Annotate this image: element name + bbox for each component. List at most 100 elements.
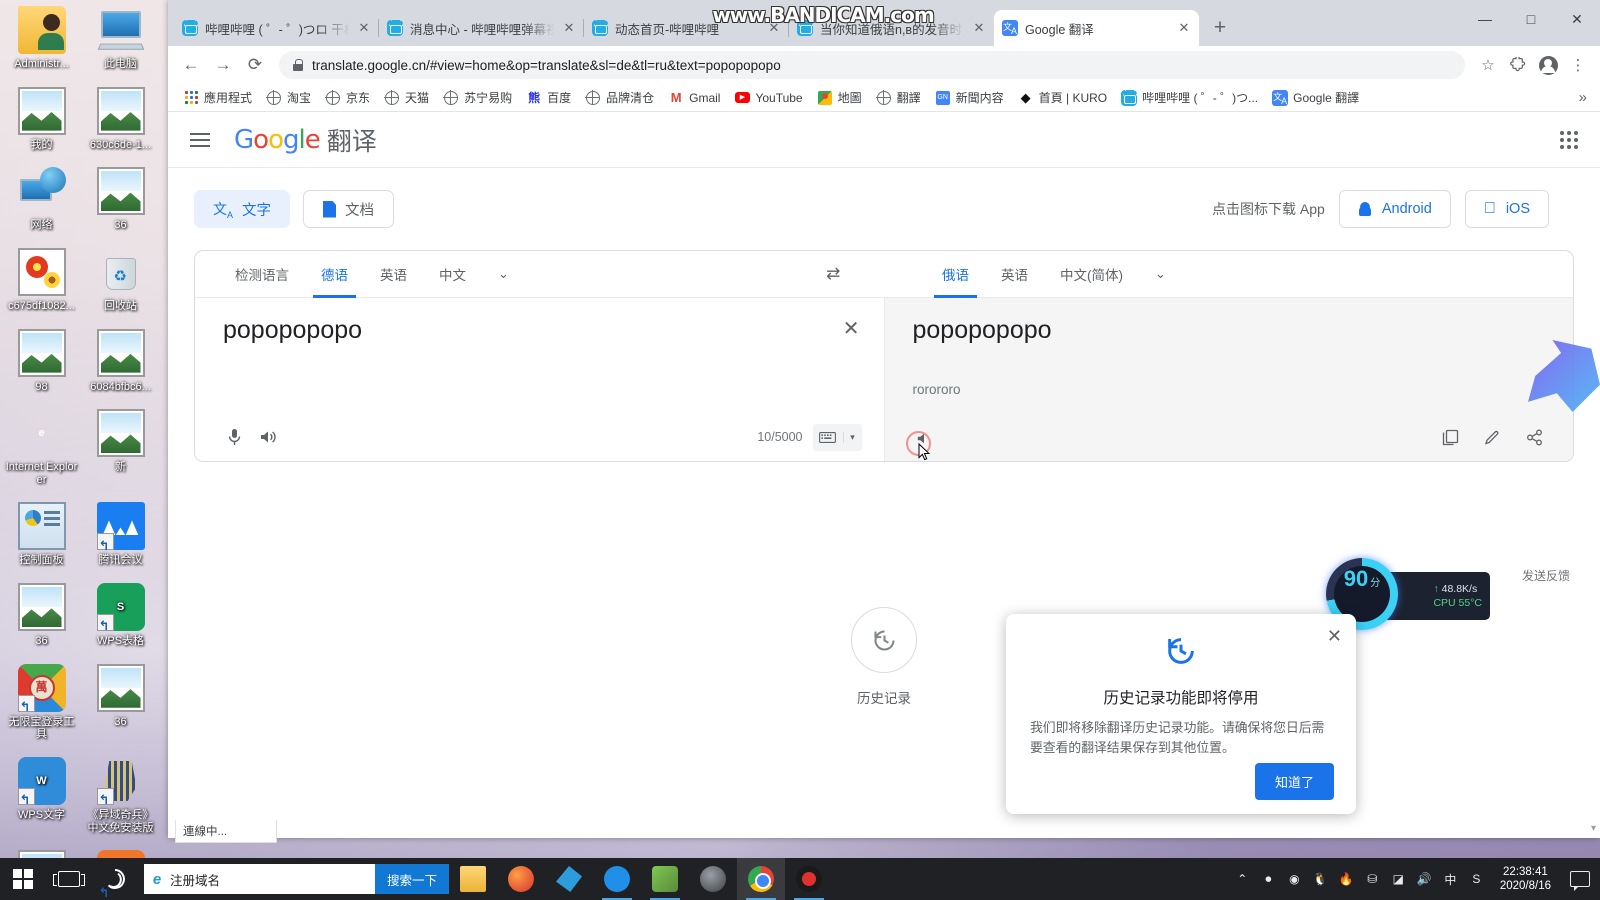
bookmark-item[interactable]: GN 新聞内容 (929, 86, 1010, 109)
desktop-icon[interactable]: 萬无限宝登录工具 (4, 663, 79, 741)
keyboard-dropdown-chevron-down-icon[interactable]: ▾ (842, 431, 862, 443)
bookmark-item[interactable]: Google 翻譯 (1266, 86, 1365, 109)
taskbar-app[interactable] (545, 858, 593, 900)
bookmark-item[interactable]: 天猫 (378, 86, 435, 109)
desktop-icon[interactable]: 此电脑 (83, 6, 158, 71)
source-lang-tab[interactable]: 中文 (423, 251, 482, 298)
action-center-icon[interactable] (1570, 871, 1590, 891)
wifi-icon[interactable]: ◪ (1390, 871, 1407, 888)
source-text-pane[interactable]: popopopopo ✕ 10/5000 ▾ (195, 298, 885, 461)
clock[interactable]: 22:38:41 2020/8/16 (1494, 865, 1557, 894)
keyboard-button[interactable]: ▾ (812, 423, 862, 451)
chevron-up-icon[interactable]: ⌃ (1234, 871, 1251, 888)
bookmarks-overflow-button[interactable]: » (1579, 89, 1591, 106)
history-clock-icon[interactable] (851, 607, 917, 673)
browser-tab[interactable]: 消息中心 - 哔哩哔哩弹幕视频网 ✕ (378, 10, 584, 46)
taskbar-app[interactable] (449, 858, 497, 900)
forward-button[interactable]: → (208, 50, 238, 80)
target-lang-tab[interactable]: 中文(简体) (1044, 251, 1139, 298)
minimize-button[interactable]: — (1462, 0, 1508, 38)
usb-icon[interactable]: ⛁ (1364, 871, 1381, 888)
desktop-icon[interactable]: SWPS表格 (83, 583, 158, 648)
desktop-icon[interactable]: 36 (83, 663, 158, 741)
bookmark-item[interactable]: ◆ 首頁 | KURO (1012, 86, 1113, 109)
flame-icon[interactable]: 🔥 (1338, 871, 1355, 888)
desktop-icon[interactable]: 36 (4, 583, 79, 648)
desktop-icon[interactable]: 新 (83, 409, 158, 486)
close-icon[interactable]: ✕ (1327, 626, 1342, 647)
desktop-icon[interactable]: 《异域奇兵》中文免安装版 (83, 757, 158, 834)
extensions-icon[interactable] (1504, 51, 1532, 79)
share-icon[interactable] (1517, 420, 1551, 454)
clear-source-button[interactable]: ✕ (843, 316, 860, 341)
browser-tab[interactable]: 动态首页-哔哩哔哩 ✕ (583, 10, 789, 46)
hamburger-menu-icon[interactable] (190, 132, 210, 147)
desktop-icon[interactable]: Administr... (4, 6, 79, 71)
desktop-icon[interactable]: WWPS文字 (4, 757, 79, 834)
bookmark-item[interactable]: 地圖 (811, 86, 868, 109)
desktop-icon[interactable]: c675df1082... (4, 247, 79, 313)
taskbar-app[interactable] (497, 858, 545, 900)
tab-close-icon[interactable]: ✕ (562, 20, 576, 36)
desktop-icon[interactable]: 630c6de-1... (83, 86, 158, 152)
source-lang-tab[interactable]: 德语 (305, 251, 364, 298)
360-icon[interactable]: ◉ (1286, 871, 1303, 888)
maximize-button[interactable]: □ (1508, 0, 1554, 38)
bookmark-item[interactable]: 應用程式 (177, 86, 258, 109)
target-lang-tab[interactable]: 英语 (985, 251, 1044, 298)
bookmark-item[interactable]: 熊百度 (520, 86, 577, 109)
ime-chinese-icon[interactable]: 中 (1442, 871, 1459, 888)
tab-document-mode[interactable]: 文档 (303, 190, 395, 228)
search-input[interactable]: e 注册域名 搜索一下 (144, 864, 449, 894)
bookmark-item[interactable]: 品牌清仓 (579, 86, 660, 109)
tab-close-icon[interactable]: ✕ (1177, 20, 1191, 36)
reload-button[interactable]: ⟳ (240, 50, 270, 80)
desktop-icon[interactable]: 36 (83, 167, 158, 232)
volume-icon[interactable]: 🔊 (1416, 871, 1433, 888)
bookmark-item[interactable]: 苏宁易购 (437, 86, 518, 109)
qq-penguin-icon[interactable]: 🐧 (1312, 871, 1329, 888)
taskbar-app[interactable] (785, 858, 833, 900)
search-submit-button[interactable]: 搜索一下 (374, 864, 449, 894)
dialog-ok-button[interactable]: 知道了 (1254, 763, 1334, 800)
bookmark-item[interactable]: 翻譯 (870, 86, 927, 109)
tab-close-icon[interactable]: ✕ (972, 20, 986, 36)
desktop-icon[interactable]: e Internet Explorer (4, 409, 79, 486)
target-lang-tab[interactable]: 俄语 (926, 251, 985, 298)
profile-avatar-icon[interactable] (1534, 51, 1562, 79)
chrome-menu-button[interactable]: ⋮ (1564, 51, 1592, 79)
task-view-button[interactable] (46, 858, 92, 900)
desktop-icon[interactable]: ♻ 回收站 (83, 248, 158, 313)
close-window-button[interactable]: ✕ (1554, 0, 1600, 38)
new-tab-button[interactable]: + (1207, 16, 1233, 40)
google-apps-icon[interactable] (1560, 130, 1578, 149)
microphone-icon[interactable] (217, 420, 251, 454)
source-text[interactable]: popopopopo (223, 316, 362, 345)
taskbar-app[interactable] (593, 858, 641, 900)
tab-close-icon[interactable]: ✕ (357, 20, 371, 36)
copy-icon[interactable] (1433, 420, 1467, 454)
send-feedback-link[interactable]: 发送反馈 (1522, 567, 1570, 584)
android-download-button[interactable]: Android (1338, 190, 1451, 228)
record-icon[interactable]: ⏺ (1260, 871, 1277, 888)
desktop-icon[interactable]: 腾讯会议 (83, 502, 158, 567)
bookmark-item[interactable]: 京东 (319, 86, 376, 109)
bookmark-item[interactable]: 哔哩哔哩 ( ゜- ゜)つ... (1115, 86, 1264, 109)
back-button[interactable]: ← (176, 50, 206, 80)
bookmark-item[interactable]: M Gmail (662, 87, 726, 109)
desktop-icon[interactable]: 6084bfbc6... (83, 328, 158, 394)
desktop-icon[interactable]: 98 (4, 328, 79, 394)
browser-tab[interactable]: 哔哩哔哩 ( ゜- ゜)つロ 干杯~-bili ✕ (174, 10, 379, 46)
taskbar-app[interactable] (737, 858, 785, 900)
swap-languages-icon[interactable]: ⇄ (826, 264, 850, 285)
start-button[interactable] (0, 858, 46, 900)
taskbar-app[interactable] (689, 858, 737, 900)
desktop-icon[interactable]: 我的 (4, 86, 79, 152)
bookmark-item[interactable]: 淘宝 (260, 86, 317, 109)
bookmark-star-icon[interactable]: ☆ (1474, 51, 1502, 79)
ios-download-button[interactable]:  iOS (1464, 190, 1549, 228)
taskbar-app[interactable] (641, 858, 689, 900)
tab-text-mode[interactable]: 文A 文字 (194, 190, 291, 228)
source-more-languages-chevron-down-icon[interactable]: ⌄ (482, 266, 525, 282)
address-bar[interactable]: translate.google.cn/#view=home&op=transl… (279, 51, 1465, 79)
